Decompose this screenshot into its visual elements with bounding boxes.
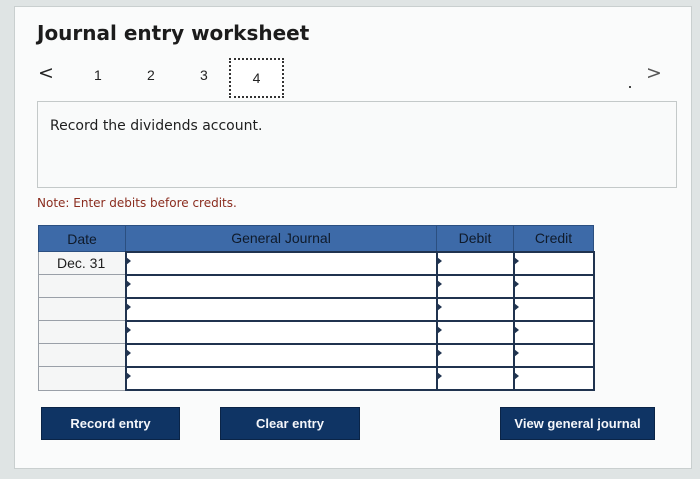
debit-input[interactable] bbox=[435, 273, 515, 299]
header-debit: Debit bbox=[436, 225, 514, 252]
note-text: Note: Enter debits before credits. bbox=[37, 196, 237, 210]
instruction-box: Record the dividends account. bbox=[37, 101, 677, 188]
debit-input[interactable] bbox=[435, 319, 515, 345]
account-input[interactable] bbox=[124, 365, 438, 392]
clear-entry-button[interactable]: Clear entry bbox=[220, 407, 360, 440]
header-general-journal: General Journal bbox=[125, 225, 437, 252]
credit-input[interactable] bbox=[512, 250, 595, 276]
view-general-journal-button[interactable]: View general journal bbox=[500, 407, 655, 440]
account-input[interactable] bbox=[124, 273, 438, 299]
account-input[interactable] bbox=[124, 342, 438, 368]
page-title: Journal entry worksheet bbox=[37, 21, 310, 45]
chevron-left-icon[interactable]: < bbox=[38, 62, 54, 84]
record-entry-button[interactable]: Record entry bbox=[41, 407, 180, 440]
account-input[interactable] bbox=[124, 296, 438, 322]
credit-input[interactable] bbox=[512, 319, 595, 345]
credit-input[interactable] bbox=[512, 296, 595, 322]
date-cell[interactable] bbox=[38, 366, 126, 391]
table-row bbox=[38, 342, 595, 368]
credit-input[interactable] bbox=[512, 342, 595, 368]
table-row: Dec. 31 bbox=[38, 250, 595, 276]
date-cell[interactable] bbox=[38, 320, 126, 345]
account-input[interactable] bbox=[124, 319, 438, 345]
debit-input[interactable] bbox=[435, 342, 515, 368]
instruction-text: Record the dividends account. bbox=[50, 118, 263, 134]
credit-input[interactable] bbox=[512, 273, 595, 299]
date-cell[interactable]: Dec. 31 bbox=[38, 250, 126, 276]
table-row bbox=[38, 319, 595, 345]
debit-input[interactable] bbox=[435, 250, 515, 276]
table-row bbox=[38, 273, 595, 299]
table-row bbox=[38, 296, 595, 322]
tab-1[interactable]: 1 bbox=[94, 67, 102, 83]
date-cell[interactable] bbox=[38, 343, 126, 368]
chevron-right-icon[interactable]: > bbox=[646, 62, 662, 84]
tab-2[interactable]: 2 bbox=[147, 67, 155, 83]
header-credit: Credit bbox=[513, 225, 594, 252]
tab-4-active[interactable]: 4 bbox=[229, 58, 284, 98]
tab-3[interactable]: 3 bbox=[200, 67, 208, 83]
account-input[interactable] bbox=[124, 250, 438, 276]
table-header-row: Date General Journal Debit Credit bbox=[38, 225, 594, 252]
date-cell[interactable] bbox=[38, 274, 126, 299]
credit-input[interactable] bbox=[512, 365, 595, 392]
table-row bbox=[38, 365, 595, 392]
journal-table: Date General Journal Debit Credit Dec. 3… bbox=[38, 225, 595, 392]
debit-input[interactable] bbox=[435, 365, 515, 392]
date-cell[interactable] bbox=[38, 297, 126, 322]
dot-indicator bbox=[629, 86, 631, 88]
header-date: Date bbox=[38, 225, 126, 252]
debit-input[interactable] bbox=[435, 296, 515, 322]
